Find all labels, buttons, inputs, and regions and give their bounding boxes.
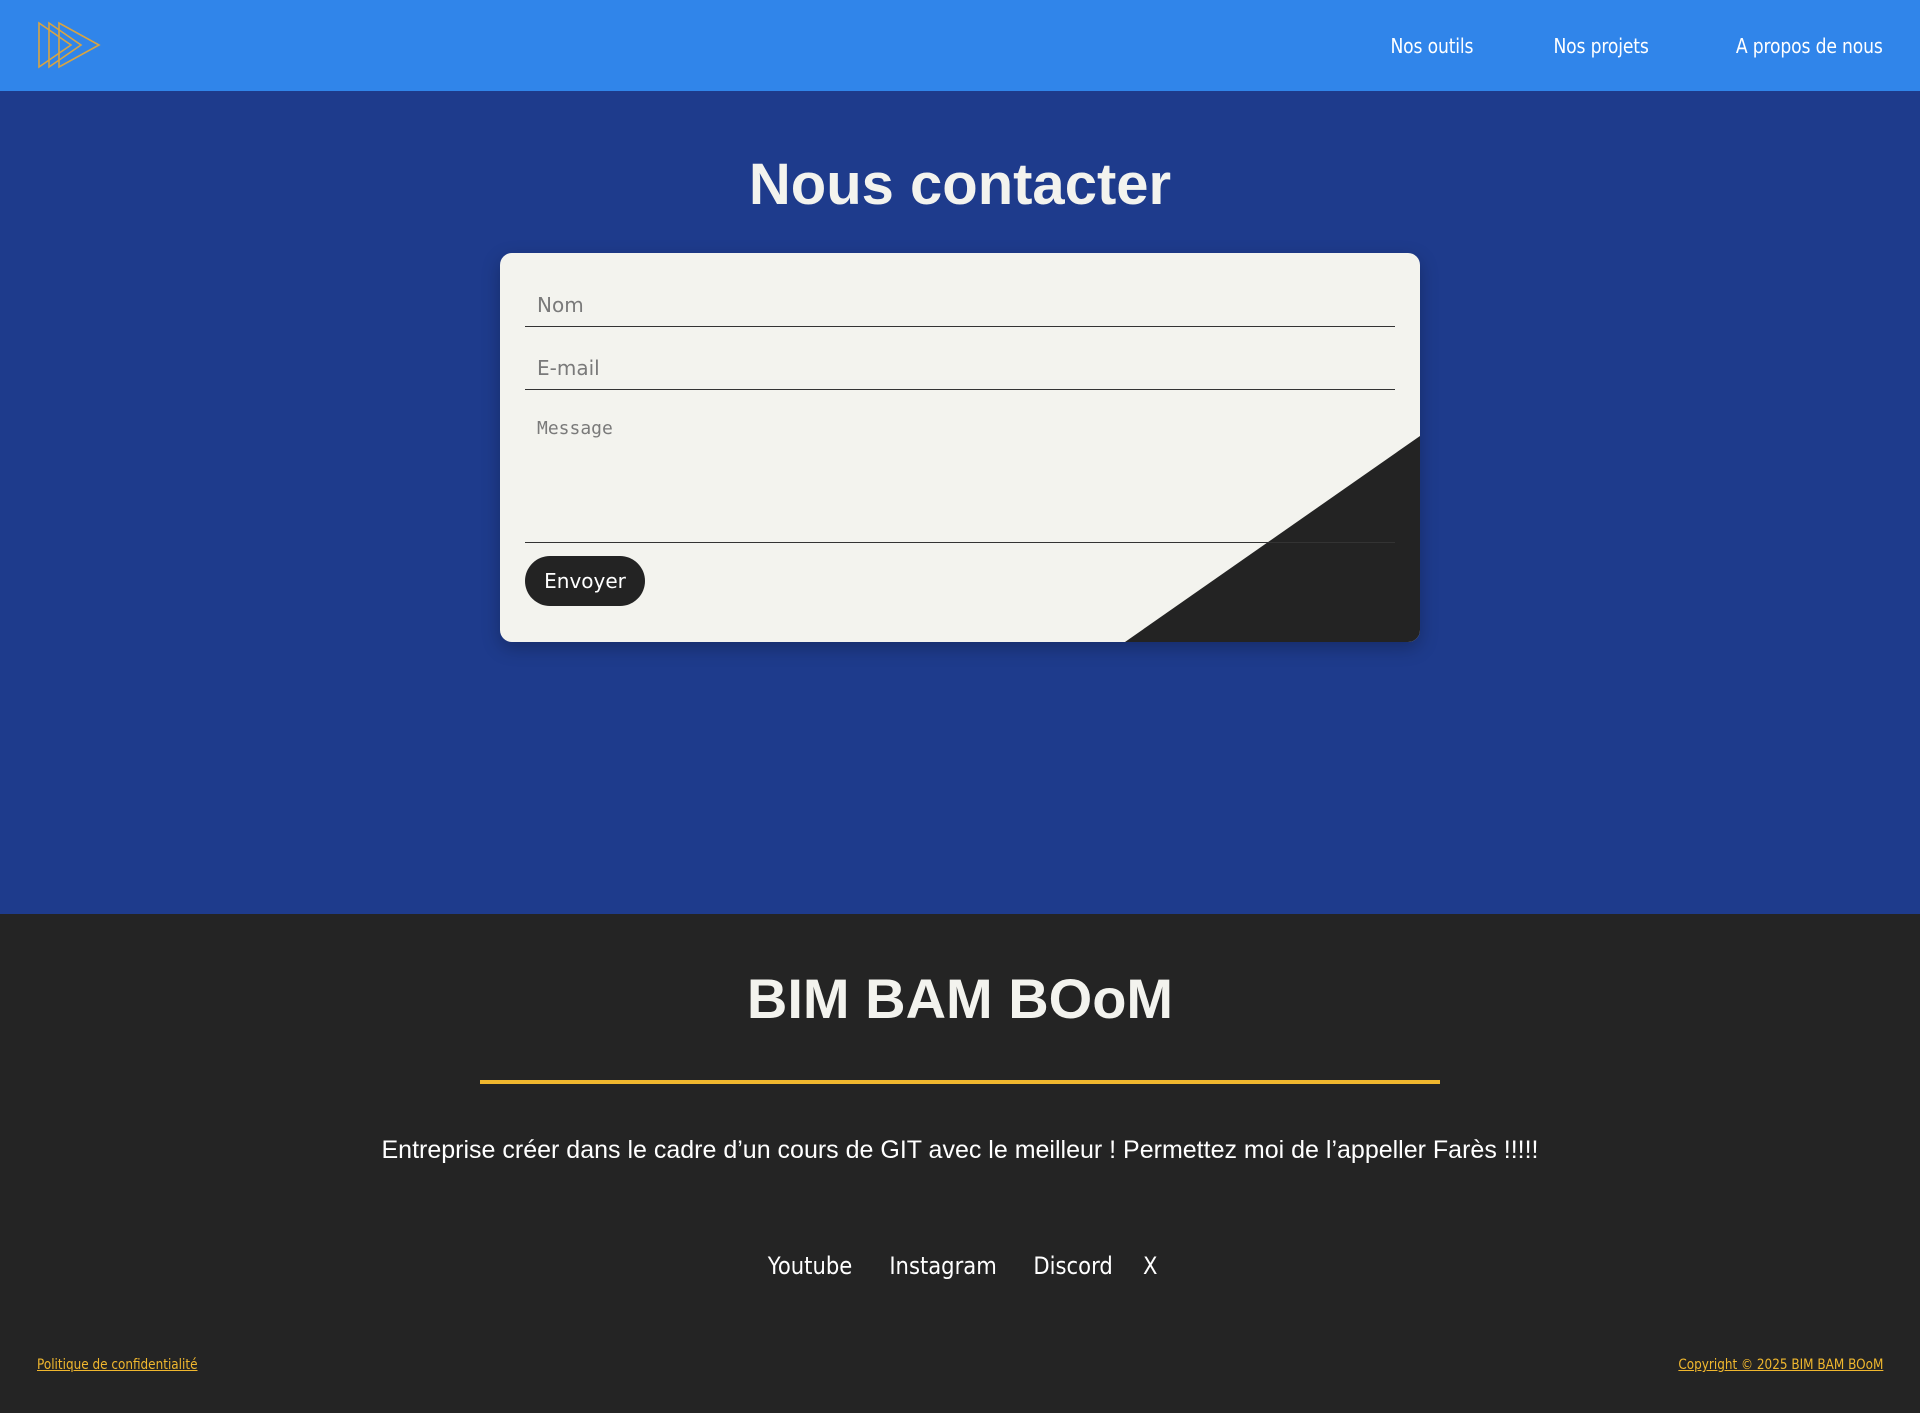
nav-link-a-propos[interactable]: A propos de nous xyxy=(1736,34,1883,58)
footer-brand: BIM BAM BOoM xyxy=(746,967,1174,1030)
footer-tagline: Entreprise créer dans le cadre d’un cour… xyxy=(381,1136,1539,1164)
main-nav: Nos outils Nos projets A propos de nous xyxy=(1377,0,1883,91)
nav-link-nos-projets[interactable]: Nos projets xyxy=(1553,34,1648,58)
footer-divider xyxy=(480,1080,1440,1084)
social-link-x[interactable]: X xyxy=(1143,1252,1157,1280)
send-button[interactable]: Envoyer xyxy=(525,556,645,606)
logo-icon[interactable] xyxy=(37,21,101,69)
nav-link-nos-outils[interactable]: Nos outils xyxy=(1391,34,1474,58)
social-links: Youtube Instagram Discord X xyxy=(0,1252,1920,1280)
footer: BIM BAM BOoM Entreprise créer dans le ca… xyxy=(0,914,1920,1413)
social-link-youtube[interactable]: Youtube xyxy=(767,1252,851,1280)
page-title: Nous contacter xyxy=(748,152,1172,217)
contact-form: Envoyer xyxy=(500,253,1420,642)
social-link-instagram[interactable]: Instagram xyxy=(889,1252,996,1280)
copyright-link[interactable]: Copyright © 2025 BIM BAM BOoM xyxy=(1678,1357,1883,1373)
message-textarea[interactable] xyxy=(525,408,1395,543)
name-input[interactable] xyxy=(525,283,1395,327)
contact-section: Nous contacter Envoyer xyxy=(0,91,1920,914)
social-link-discord[interactable]: Discord xyxy=(1033,1252,1112,1280)
email-input[interactable] xyxy=(525,346,1395,390)
top-navbar: Nos outils Nos projets A propos de nous xyxy=(0,0,1920,91)
privacy-policy-link[interactable]: Politique de confidentialité xyxy=(37,1357,197,1373)
